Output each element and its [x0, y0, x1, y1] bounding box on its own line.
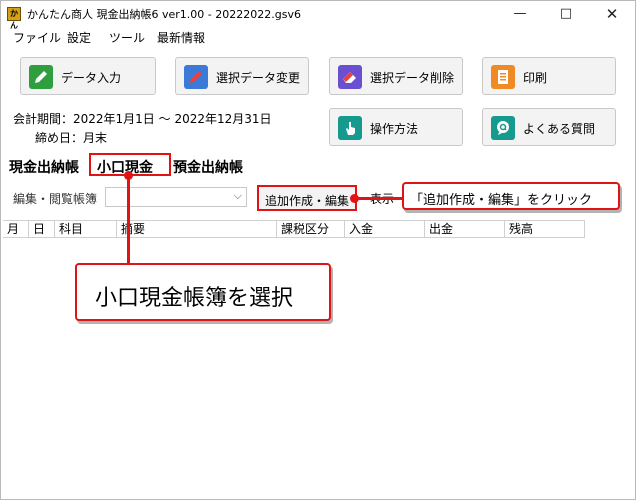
- menu-bar: ファイル 設定 ツール 最新情報: [1, 27, 635, 47]
- menu-tools[interactable]: ツール: [109, 29, 145, 46]
- data-entry-label: データ入力: [61, 71, 122, 85]
- change-selected-button[interactable]: 選択データ変更: [175, 57, 309, 95]
- document-icon: [491, 65, 515, 89]
- callout-select-petty-cash: 小口現金帳簿を選択: [75, 263, 331, 321]
- title-bar: かん かんたん商人 現金出納帳6 ver1.00 - 20222022.gsv6…: [1, 1, 635, 30]
- callout-connector-horizontal: [357, 197, 403, 200]
- print-label: 印刷: [523, 71, 548, 85]
- delete-selected-label: 選択データ削除: [370, 71, 455, 85]
- col-day[interactable]: 日: [29, 221, 55, 238]
- minimize-button[interactable]: —: [497, 1, 543, 27]
- col-account[interactable]: 科目: [55, 221, 117, 238]
- menu-file[interactable]: ファイル: [13, 29, 61, 46]
- callout-dot-tab: [124, 171, 133, 180]
- callout-connector-vertical: [127, 175, 130, 263]
- how-to-button[interactable]: 操作方法: [329, 108, 463, 146]
- close-button[interactable]: ✕: [589, 1, 635, 27]
- add-edit-button[interactable]: 追加作成・編集: [257, 185, 357, 211]
- accounting-period: 会計期間：2022年1月1日 〜 2022年12月31日: [13, 112, 272, 126]
- menu-settings[interactable]: 設定: [67, 29, 91, 46]
- tab-cash-book[interactable]: 現金出納帳: [9, 157, 79, 177]
- hand-pointer-icon: [338, 116, 362, 140]
- col-description[interactable]: 摘要: [117, 221, 277, 238]
- callout-click-add-edit-text: 「追加作成・編集」をクリック: [410, 193, 593, 208]
- tab-deposit-book[interactable]: 預金出納帳: [173, 157, 243, 177]
- col-balance[interactable]: 残高: [505, 221, 585, 238]
- callout-select-petty-cash-text: 小口現金帳簿を選択: [95, 286, 294, 311]
- eraser-icon: [338, 65, 362, 89]
- app-icon: かん: [7, 7, 21, 30]
- window-title: かんたん商人 現金出納帳6 ver1.00 - 20222022.gsv6: [27, 8, 301, 21]
- pencil-icon: [29, 65, 53, 89]
- question-bubble-icon: [491, 116, 515, 140]
- add-edit-label: 追加作成・編集: [265, 194, 350, 208]
- print-button[interactable]: 印刷: [482, 57, 616, 95]
- menu-news[interactable]: 最新情報: [157, 29, 205, 46]
- table-header: 月 日 科目 摘要 課税区分 入金 出金 残高: [3, 220, 585, 238]
- maximize-button[interactable]: □: [543, 1, 589, 27]
- ledger-label: 編集・閲覧帳簿: [13, 192, 98, 206]
- col-deposit[interactable]: 入金: [345, 221, 425, 238]
- closing-day: 締め日：月末: [35, 131, 108, 145]
- callout-click-add-edit: 「追加作成・編集」をクリック: [402, 182, 620, 210]
- col-withdrawal[interactable]: 出金: [425, 221, 505, 238]
- callout-dot-button: [350, 194, 359, 203]
- delete-selected-button[interactable]: 選択データ削除: [329, 57, 463, 95]
- app-window: かん かんたん商人 現金出納帳6 ver1.00 - 20222022.gsv6…: [0, 0, 636, 500]
- col-tax-category[interactable]: 課税区分: [277, 221, 345, 238]
- edit-pen-icon: [184, 65, 208, 89]
- faq-label: よくある質問: [523, 122, 596, 136]
- data-entry-button[interactable]: データ入力: [20, 57, 156, 95]
- faq-button[interactable]: よくある質問: [482, 108, 616, 146]
- col-month[interactable]: 月: [3, 221, 29, 238]
- change-selected-label: 選択データ変更: [216, 71, 301, 85]
- chevron-down-icon: ⌵: [233, 189, 242, 202]
- how-to-label: 操作方法: [370, 122, 419, 136]
